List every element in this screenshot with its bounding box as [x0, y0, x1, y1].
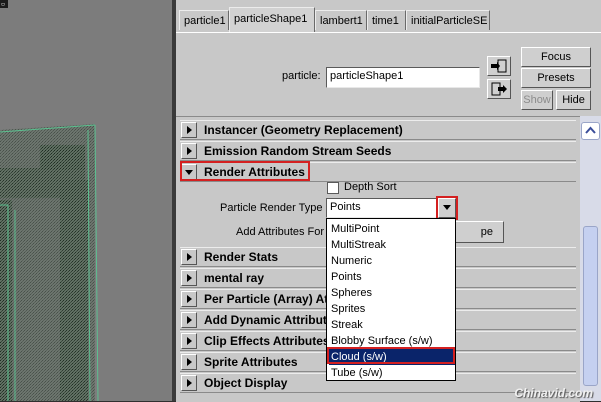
expand-toggle[interactable]	[181, 249, 197, 265]
tab-particle1[interactable]: particle1	[179, 10, 229, 30]
tab-lambert1[interactable]: lambert1	[315, 10, 367, 30]
copy-tab-icon	[491, 82, 507, 96]
scroll-up-button[interactable]	[581, 122, 600, 140]
show-button[interactable]: Show	[521, 90, 553, 110]
load-selected-icon	[491, 59, 507, 73]
presets-button[interactable]: Presets	[521, 68, 591, 88]
viewport-corner-icon: ▫	[1, 0, 6, 8]
section-title: Clip Effects Attributes	[204, 334, 330, 348]
chevron-up-icon	[585, 126, 596, 134]
expand-toggle[interactable]	[181, 312, 197, 328]
expand-toggle[interactable]	[181, 333, 197, 349]
dropdown-option[interactable]: MultiPoint	[329, 221, 455, 237]
section-title: Instancer (Geometry Replacement)	[204, 123, 403, 137]
annotation-highlight-render-attributes	[180, 161, 310, 181]
hide-button[interactable]: Hide	[556, 90, 591, 110]
depth-sort-checkbox[interactable]	[327, 182, 339, 194]
dropdown-option[interactable]: Spheres	[329, 285, 455, 301]
annotation-highlight-cloud-option	[327, 347, 455, 364]
add-attributes-label: Add Attributes For	[236, 226, 325, 238]
dropdown-option[interactable]: Sprites	[329, 301, 455, 317]
triangle-right-icon	[187, 337, 192, 345]
render-type-label: Particle Render Type	[220, 202, 323, 214]
section-title: Per Particle (Array) At	[204, 292, 329, 306]
section-instancer[interactable]: Instancer (Geometry Replacement)	[180, 120, 576, 140]
scroll-thumb[interactable]	[583, 226, 598, 386]
section-emission-seeds[interactable]: Emission Random Stream Seeds	[180, 141, 576, 161]
section-title: mental ray	[204, 271, 265, 285]
triangle-right-icon	[187, 379, 192, 387]
dropdown-option[interactable]: Points	[329, 269, 455, 285]
dropdown-option[interactable]: Streak	[329, 317, 455, 333]
triangle-right-icon	[187, 358, 192, 366]
expand-toggle[interactable]	[181, 270, 197, 286]
triangle-right-icon	[187, 147, 192, 155]
node-tab-bar: particle1 particleShape1 lambert1 time1 …	[176, 0, 601, 32]
tab-time1[interactable]: time1	[367, 10, 406, 30]
expand-toggle[interactable]	[181, 122, 197, 138]
expand-toggle[interactable]	[181, 375, 197, 391]
vertical-scrollbar[interactable]	[580, 116, 601, 401]
triangle-right-icon	[187, 295, 192, 303]
select-node-button[interactable]	[487, 56, 511, 76]
current-render-type-button-label: pe	[480, 226, 493, 238]
node-header: particle: particleShape1 Focus Presets S…	[176, 33, 601, 115]
triangle-right-icon	[187, 126, 192, 134]
expand-toggle[interactable]	[181, 143, 197, 159]
particle-geometry-view	[0, 0, 172, 401]
section-title: Render Stats	[204, 250, 279, 264]
depth-sort-label: Depth Sort	[344, 181, 397, 193]
node-name-field[interactable]: particleShape1	[326, 67, 480, 88]
node-name-label: particle:	[282, 70, 321, 82]
tab-initialParticleSE[interactable]: initialParticleSE	[406, 10, 490, 30]
triangle-right-icon	[187, 253, 192, 261]
section-title: Emission Random Stream Seeds	[204, 144, 392, 158]
focus-button[interactable]: Focus	[521, 47, 591, 67]
triangle-right-icon	[187, 316, 192, 324]
dropdown-option[interactable]: Tube (s/w)	[329, 365, 455, 381]
copy-tab-button[interactable]	[487, 79, 511, 99]
expand-toggle[interactable]	[181, 291, 197, 307]
dropdown-option[interactable]: MultiStreak	[329, 237, 455, 253]
section-title: Object Display	[204, 376, 288, 390]
3d-viewport[interactable]: ▫	[0, 0, 172, 401]
watermark: Chinavid.com	[514, 386, 593, 400]
dropdown-option[interactable]: Numeric	[329, 253, 455, 269]
expand-toggle[interactable]	[181, 354, 197, 370]
triangle-right-icon	[187, 274, 192, 282]
section-title: Sprite Attributes	[204, 355, 298, 369]
tab-particleShape1[interactable]: particleShape1	[229, 7, 315, 32]
section-title: Add Dynamic Attribute	[204, 313, 334, 327]
annotation-highlight-dropdown	[436, 196, 458, 220]
